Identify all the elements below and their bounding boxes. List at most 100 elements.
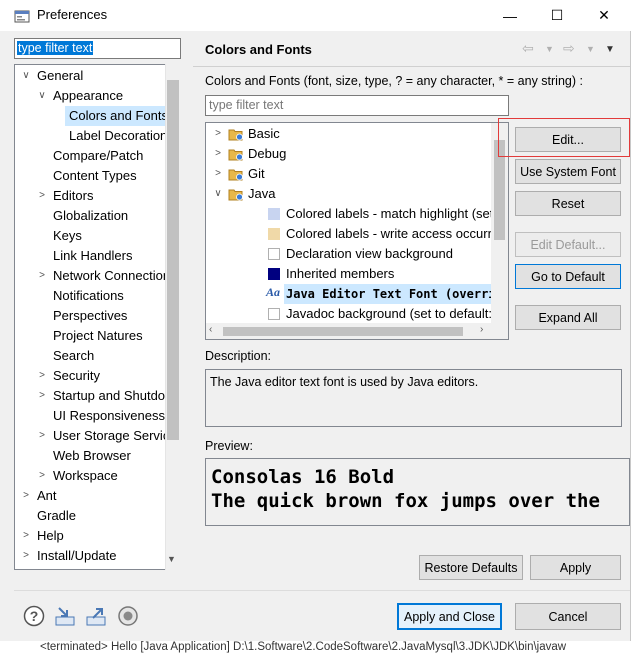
collapse-chevron-icon[interactable]: ∨ <box>37 90 47 101</box>
preferences-tree-item[interactable]: Keys <box>52 226 82 246</box>
preferences-tree-item[interactable]: Search <box>52 346 94 366</box>
minimize-button[interactable]: — <box>487 0 533 31</box>
expand-chevron-icon[interactable]: > <box>37 190 47 201</box>
use-system-font-button[interactable]: Use System Font <box>515 159 621 184</box>
close-button[interactable]: ✕ <box>581 0 627 31</box>
import-icon[interactable] <box>54 605 76 627</box>
preferences-tree-item[interactable]: Gradle <box>36 506 76 526</box>
reset-button[interactable]: Reset <box>515 191 621 216</box>
expand-chevron-icon[interactable]: > <box>37 370 47 381</box>
preferences-tree-item[interactable]: Security <box>52 366 100 386</box>
forward-menu-chevron-icon[interactable]: ▼ <box>586 44 595 54</box>
scroll-left-arrow-icon[interactable]: ‹ <box>209 324 212 335</box>
color-font-item[interactable]: Declaration view background <box>284 244 483 264</box>
preferences-tree-item[interactable]: Install/Update <box>36 546 117 566</box>
go-to-default-button[interactable]: Go to Default <box>515 264 621 289</box>
view-menu-icon[interactable]: ▼ <box>605 44 615 55</box>
expand-chevron-icon[interactable]: > <box>37 430 47 441</box>
tree-item-label: Colors and Fonts <box>69 108 168 123</box>
expand-chevron-icon[interactable]: > <box>213 168 223 179</box>
colors-fonts-filter-input[interactable]: type filter text <box>205 95 509 116</box>
preferences-tree-item[interactable]: Web Browser <box>52 446 131 466</box>
color-font-item[interactable]: Java Editor Text Font (overrides <box>284 284 509 304</box>
preferences-tree-item[interactable]: Workspace <box>52 466 118 486</box>
color-font-item[interactable]: Java <box>246 184 305 204</box>
expand-chevron-icon[interactable]: > <box>213 128 223 139</box>
preferences-tree-item[interactable]: Notifications <box>52 286 124 306</box>
color-font-item-label: Debug <box>248 146 287 161</box>
color-font-item[interactable]: Colored labels - write access occurrence <box>284 224 509 244</box>
colors-tree-hscroll-thumb[interactable] <box>223 327 463 336</box>
tree-item-label: Ant <box>37 488 57 503</box>
preferences-tree-item[interactable]: User Storage Service <box>52 426 177 446</box>
preferences-tree-item[interactable]: Network Connections <box>52 266 177 286</box>
oomph-icon[interactable] <box>117 605 139 627</box>
expand-chevron-icon[interactable]: > <box>37 470 47 481</box>
color-font-item[interactable]: Colored labels - match highlight (set to <box>284 204 508 224</box>
apply-and-close-button[interactable]: Apply and Close <box>397 603 502 630</box>
back-arrow-icon[interactable]: ⇦ <box>522 40 534 57</box>
background-window-edge <box>630 31 635 653</box>
tree-scrollbar-thumb[interactable] <box>167 80 179 440</box>
preferences-tree-item[interactable]: Editors <box>52 186 93 206</box>
colors-fonts-tree[interactable]: > Basic > Debug > Git ∨ Java Colored labels - ma… <box>205 122 509 340</box>
edit-button[interactable]: Edit... <box>515 127 621 152</box>
collapse-chevron-icon[interactable]: ∨ <box>21 70 31 81</box>
tree-item-label: Install/Update <box>37 548 117 563</box>
export-icon[interactable] <box>85 605 107 627</box>
collapse-chevron-icon[interactable]: ∨ <box>213 188 223 199</box>
preferences-tree-item[interactable]: UI Responsiveness <box>52 406 165 426</box>
preferences-tree-item[interactable]: Compare/Patch <box>52 146 143 166</box>
tree-item-label: Label Decorations <box>69 128 174 143</box>
expand-chevron-icon[interactable]: > <box>37 270 47 281</box>
preferences-tree-item[interactable]: Globalization <box>52 206 128 226</box>
color-font-item[interactable]: Inherited members <box>284 264 424 284</box>
expand-chevron-icon[interactable]: > <box>21 490 31 501</box>
help-icon[interactable]: ? <box>23 605 45 627</box>
expand-chevron-icon[interactable]: > <box>37 390 47 401</box>
color-font-item[interactable]: Basic <box>246 124 310 144</box>
preferences-tree-item[interactable]: Appearance <box>52 86 123 106</box>
color-font-item-label: Inherited members <box>286 266 395 281</box>
tree-item-label: Security <box>53 368 100 383</box>
category-folder-icon <box>228 149 243 161</box>
apply-button[interactable]: Apply <box>530 555 621 580</box>
color-font-item-label: Colored labels - write access occurrence <box>286 226 509 241</box>
scroll-down-arrow-icon[interactable]: ▼ <box>167 554 176 564</box>
tree-item-label: Gradle <box>37 508 77 523</box>
restore-defaults-button[interactable]: Restore Defaults <box>419 555 523 580</box>
expand-chevron-icon[interactable]: > <box>21 550 31 561</box>
color-font-item[interactable]: Git <box>246 164 295 184</box>
preferences-tree-item[interactable]: Ant <box>36 486 57 506</box>
expand-chevron-icon[interactable]: > <box>213 148 223 159</box>
preferences-tree-item[interactable]: Content Types <box>52 166 137 186</box>
tree-item-label: Compare/Patch <box>53 148 144 163</box>
preferences-tree-item[interactable]: Project Natures <box>52 326 143 346</box>
color-font-item[interactable]: Debug <box>246 144 316 164</box>
preferences-tree-item[interactable]: Startup and Shutdown <box>52 386 180 406</box>
edit-default-button[interactable]: Edit Default... <box>515 232 621 257</box>
preferences-tree-item[interactable]: Perspectives <box>52 306 127 326</box>
preferences-tree-item[interactable]: Colors and Fonts <box>65 106 180 126</box>
tree-item-label: UI Responsiveness <box>53 408 165 423</box>
color-swatch-icon <box>268 308 280 320</box>
expand-all-button[interactable]: Expand All <box>515 305 621 330</box>
tree-item-label: Web Browser <box>53 448 131 463</box>
preferences-tree[interactable]: General ∨ Appearance ∨ Colors and Fonts Label… <box>14 64 181 570</box>
description-text: The Java editor text font is used by Jav… <box>205 369 622 427</box>
maximize-button[interactable]: ☐ <box>534 0 580 31</box>
preferences-tree-item[interactable]: Link Handlers <box>52 246 133 266</box>
expand-chevron-icon[interactable]: > <box>21 530 31 541</box>
cancel-button[interactable]: Cancel <box>515 603 621 630</box>
preferences-tree-item[interactable]: Label Decorations <box>68 126 174 146</box>
preferences-tree-item[interactable]: General <box>36 66 83 86</box>
preferences-tree-item[interactable]: Help <box>36 526 64 546</box>
color-font-item[interactable]: Javadoc background (set to default: Inf <box>284 304 508 324</box>
preferences-filter-input[interactable]: type filter text <box>14 38 181 59</box>
color-font-item-label: Java Editor Text Font (overrides <box>286 287 509 301</box>
scroll-right-arrow-icon[interactable]: › <box>480 324 483 335</box>
category-folder-icon <box>228 169 243 181</box>
forward-arrow-icon[interactable]: ⇨ <box>563 40 575 57</box>
tree-item-label: Perspectives <box>53 308 128 323</box>
back-menu-chevron-icon[interactable]: ▼ <box>545 44 554 54</box>
